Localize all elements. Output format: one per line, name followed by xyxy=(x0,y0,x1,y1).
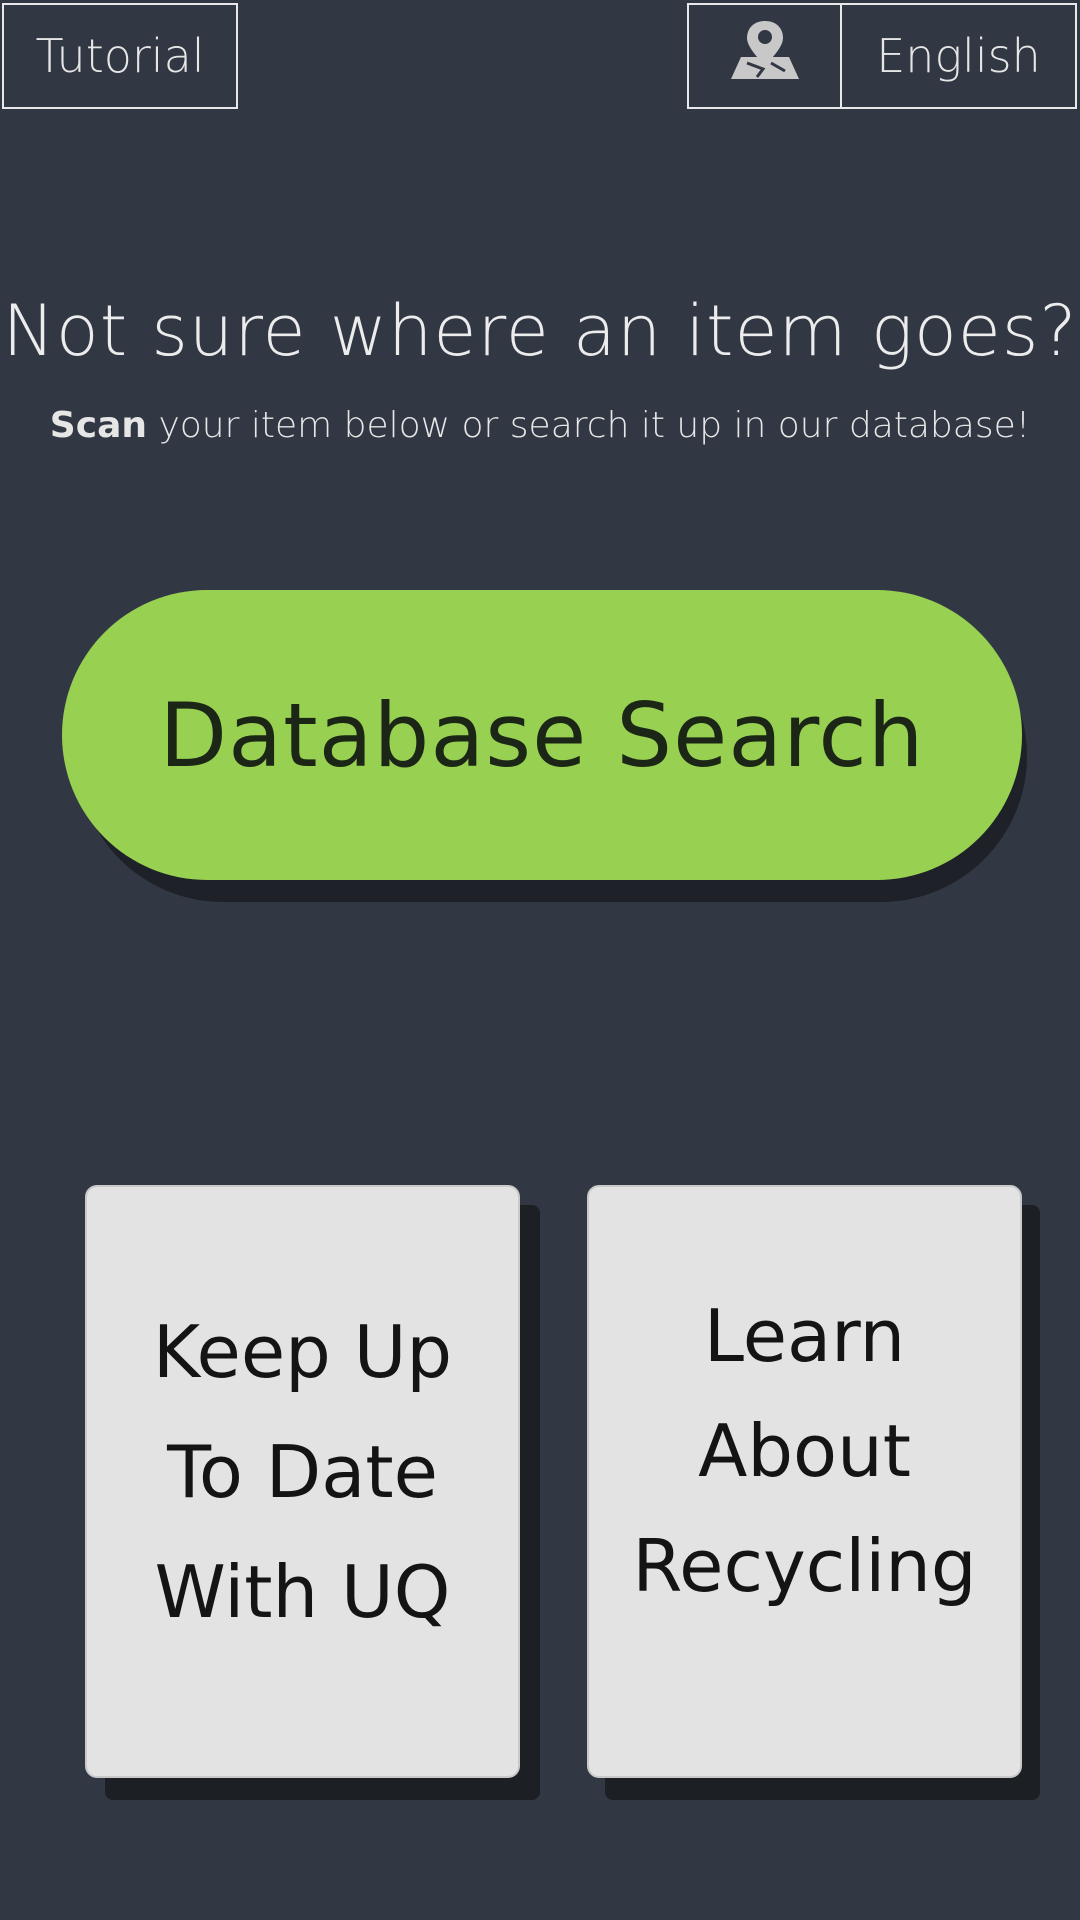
card-line: About xyxy=(698,1409,911,1493)
card-line: Learn xyxy=(703,1294,906,1378)
database-search-button[interactable]: Database Search xyxy=(62,590,1022,880)
map-button[interactable] xyxy=(687,3,842,109)
card-line: Keep Up xyxy=(152,1309,453,1394)
tutorial-button[interactable]: Tutorial xyxy=(2,3,238,109)
card-line: Recycling xyxy=(632,1524,977,1608)
page-title: Not sure where an item goes? xyxy=(2,290,1078,372)
map-pin-icon xyxy=(727,19,803,94)
card-line: To Date xyxy=(167,1429,438,1514)
language-selector[interactable]: English xyxy=(840,3,1077,109)
card-line: With UQ xyxy=(154,1549,451,1634)
subtitle-text: your item below or search it up in our d… xyxy=(147,405,1031,446)
keep-up-to-date-card[interactable]: Keep Up To Date With UQ xyxy=(85,1185,520,1778)
tutorial-label: Tutorial xyxy=(35,29,205,83)
page-subtitle: Scan your item below or search it up in … xyxy=(0,405,1080,446)
language-label: English xyxy=(876,29,1041,83)
database-search-label: Database Search xyxy=(159,683,925,787)
scan-emphasis: Scan xyxy=(49,405,147,446)
learn-about-recycling-card[interactable]: Learn About Recycling xyxy=(587,1185,1022,1778)
